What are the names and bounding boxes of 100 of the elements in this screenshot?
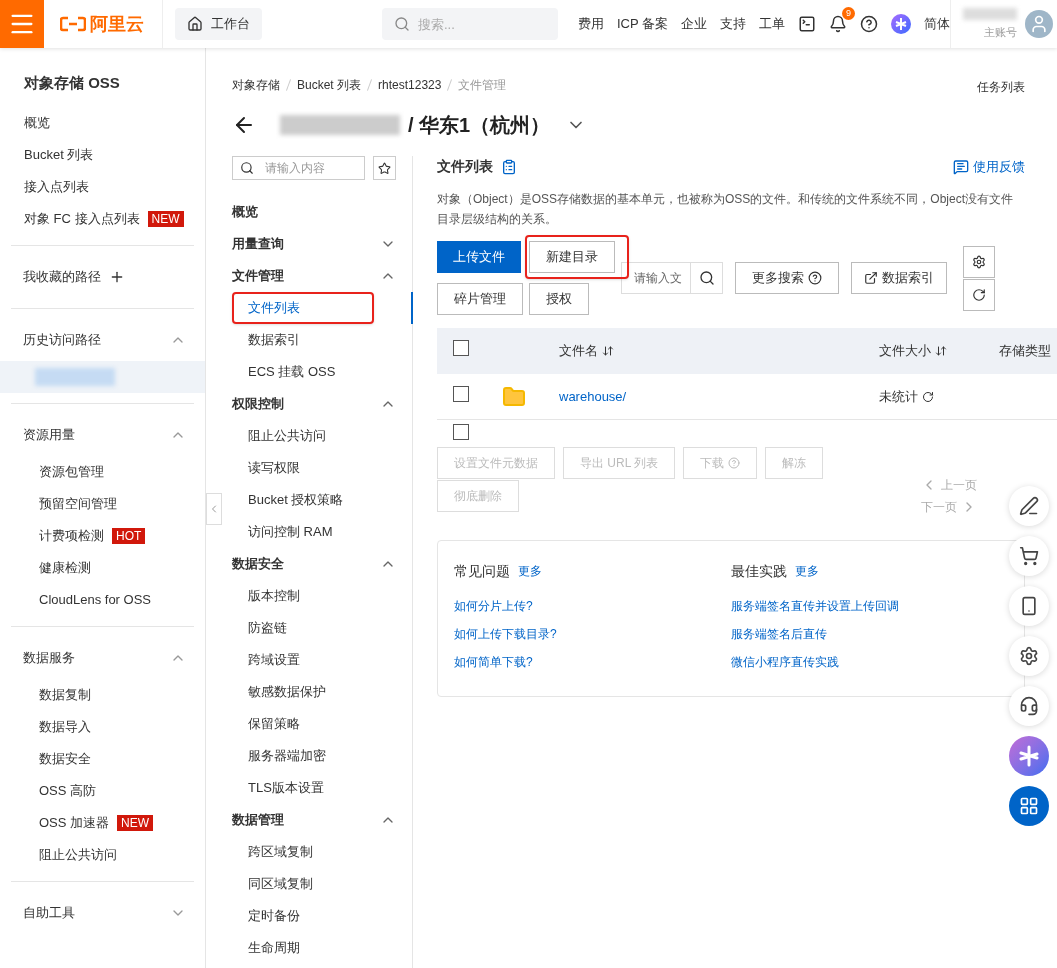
workbench-button[interactable]: 工作台 (174, 8, 262, 40)
menu-item[interactable]: 访问控制 RAM (232, 522, 333, 542)
sidebar-item[interactable]: 接入点列表 (0, 170, 205, 203)
feedback-link[interactable]: 使用反馈 (973, 156, 1025, 177)
sort-icon[interactable] (602, 345, 614, 357)
floating-button[interactable] (1009, 486, 1049, 526)
help-link[interactable]: 如何上传下载目录? (454, 619, 731, 648)
checkbox[interactable] (453, 424, 469, 440)
floating-button[interactable] (1009, 636, 1049, 676)
assistant-button[interactable] (1009, 736, 1049, 776)
help-link[interactable]: 如何分片上传? (454, 591, 731, 620)
help-link[interactable]: 如何简单下载? (454, 647, 731, 676)
menu-item[interactable]: 文件列表 (232, 298, 300, 318)
menu-item[interactable]: 同区域复制 (232, 874, 313, 894)
top-nav-link[interactable]: 工单 (759, 14, 785, 34)
menu-item[interactable]: ECS 挂载 OSS (232, 362, 336, 382)
settings-button[interactable] (963, 246, 995, 278)
sidebar-item[interactable]: 数据导入 (11, 710, 194, 743)
message-icon[interactable] (953, 158, 969, 175)
toolbar-button[interactable]: 上传文件 (437, 241, 521, 273)
menu-group-title[interactable]: 文件管理 (232, 266, 284, 286)
menu-item[interactable]: 数据索引 (232, 330, 300, 350)
refresh-button[interactable] (963, 279, 995, 311)
menu-group-title[interactable]: 用量查询 (232, 234, 284, 254)
floating-button[interactable] (1009, 586, 1049, 626)
sidebar-item[interactable]: 阻止公共访问 (11, 838, 194, 871)
floating-button[interactable] (1009, 536, 1049, 576)
menu-item[interactable]: 跨区域复制 (232, 842, 313, 862)
menu-group-title[interactable]: 数据管理 (232, 810, 284, 830)
top-nav-link[interactable]: 费用 (577, 14, 604, 34)
floating-button[interactable] (1009, 686, 1049, 726)
menu-button[interactable] (0, 0, 45, 48)
notification-icon[interactable] (829, 15, 847, 33)
top-nav-link[interactable]: 支持 (720, 14, 746, 34)
menu-group-title[interactable]: 数据安全 (232, 554, 284, 574)
toolbar-button[interactable]: 新建目录 (529, 241, 615, 273)
sidebar-item[interactable]: CloudLens for OSS (11, 583, 194, 616)
top-nav-link[interactable]: ICP 备案 (616, 14, 668, 34)
help-icon[interactable] (860, 15, 878, 33)
sidebar-item[interactable]: OSS 加速器 NEW (11, 806, 194, 839)
column-header[interactable]: 存储类型 (999, 341, 1051, 361)
sidebar-item[interactable]: 健康检测 (11, 551, 194, 584)
breadcrumb-item[interactable]: 对象存储 (232, 76, 280, 94)
menu-group-title[interactable]: 权限控制 (232, 394, 284, 414)
toolbar-button[interactable]: 授权 (529, 283, 589, 315)
menu-item[interactable]: 保留策略 (232, 714, 300, 734)
clipboard-icon[interactable] (501, 158, 517, 175)
menu-item[interactable]: 版本控制 (232, 586, 300, 606)
favorite-button[interactable] (373, 156, 396, 180)
sidebar-item[interactable]: OSS 高防 (11, 774, 194, 807)
sidebar-item[interactable]: 概览 (0, 106, 205, 139)
breadcrumb-item[interactable]: Bucket 列表 (297, 76, 362, 94)
checkbox[interactable] (453, 385, 469, 402)
sidebar-section-title[interactable]: 数据服务 (23, 647, 75, 668)
refresh-icon[interactable] (922, 390, 934, 403)
file-name-link[interactable]: warehouse/ (559, 386, 879, 407)
apps-button[interactable] (1009, 786, 1049, 826)
menu-item[interactable]: 服务器端加密 (232, 746, 326, 766)
menu-item[interactable]: 跨域设置 (232, 650, 300, 670)
column-header[interactable]: 文件大小 (879, 341, 931, 361)
more-link[interactable]: 更多 (795, 562, 819, 580)
help-link[interactable]: 微信小程序直传实践 (731, 647, 1008, 676)
terminal-icon[interactable] (798, 15, 816, 33)
sidebar-section-title[interactable]: 自助工具 (23, 902, 75, 923)
top-nav-link[interactable]: 企业 (681, 14, 707, 34)
menu-item[interactable]: 敏感数据保护 (232, 682, 326, 702)
menu-item[interactable]: 生命周期 (232, 938, 300, 958)
column-header[interactable]: 文件名 (559, 341, 598, 361)
menu-item[interactable]: 阻止公共访问 (232, 426, 326, 446)
sidebar-item[interactable]: 计费项检测 HOT (11, 519, 194, 552)
menu-item[interactable]: Bucket 授权策略 (232, 490, 344, 510)
menu-group-title[interactable]: 概览 (232, 202, 258, 222)
help-link[interactable]: 服务端签名后直传 (731, 619, 1008, 648)
search-field[interactable]: 搜索... (381, 8, 558, 40)
menu-item[interactable]: 定时备份 (232, 906, 300, 926)
toolbar-button[interactable]: 碎片管理 (437, 283, 523, 315)
sidebar-section-title[interactable]: 我收藏的路径 (23, 266, 101, 287)
sidebar-item[interactable]: 资源包管理 (11, 455, 194, 488)
file-search-field[interactable]: 请输入文 (621, 262, 691, 294)
language-link[interactable]: 简体 (924, 14, 950, 34)
sidebar-item[interactable]: 数据安全 (11, 742, 194, 775)
menu-item[interactable]: TLS版本设置 (232, 778, 324, 798)
breadcrumb-item[interactable]: rhtest12323 (378, 76, 442, 94)
menu-item[interactable]: 读写权限 (232, 458, 300, 478)
menu-item[interactable]: 防盗链 (232, 618, 287, 638)
sort-icon[interactable] (935, 345, 947, 357)
sidebar-item[interactable]: 对象 FC 接入点列表 NEW (0, 202, 205, 235)
help-link[interactable]: 服务端签名直传并设置上传回调 (731, 591, 1008, 620)
sidebar-item[interactable]: 预留空间管理 (11, 487, 194, 520)
menu-search-field[interactable]: 请输入内容 (232, 156, 365, 180)
data-index-button[interactable]: 数据索引 (851, 262, 947, 294)
sidebar-item[interactable]: 数据复制 (11, 678, 194, 711)
sidebar-item[interactable]: Bucket 列表 (0, 138, 205, 171)
sparkle-icon[interactable] (891, 14, 911, 34)
sidebar-section-title[interactable]: 资源用量 (23, 424, 75, 445)
checkbox[interactable] (453, 340, 469, 357)
more-search-button[interactable]: 更多搜索 (735, 262, 839, 294)
task-list-link[interactable]: 任务列表 (977, 78, 1025, 96)
more-link[interactable]: 更多 (518, 562, 542, 580)
sidebar-section-title[interactable]: 历史访问路径 (23, 329, 101, 350)
